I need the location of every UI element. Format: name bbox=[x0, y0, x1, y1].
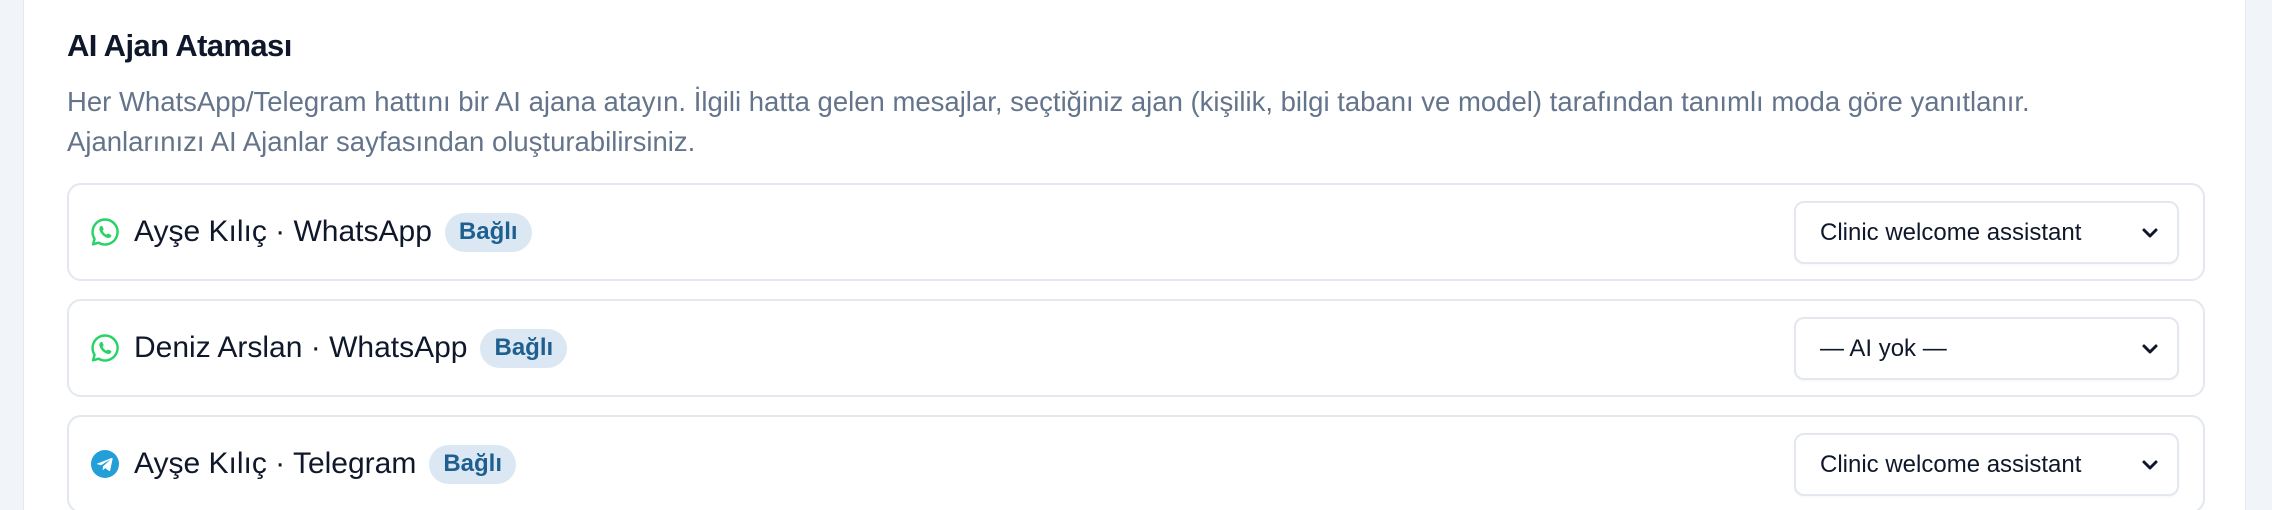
line-name: Ayşe Kılıç · WhatsApp bbox=[134, 215, 432, 248]
description-line-2: Ajanlarınızı AI Ajanlar sayfasından oluş… bbox=[67, 126, 696, 157]
chevron-down-icon bbox=[2142, 344, 2158, 353]
agent-select[interactable]: — AI yok — bbox=[1794, 317, 2179, 380]
section-title: AI Ajan Ataması bbox=[67, 28, 292, 63]
whatsapp-icon bbox=[90, 217, 120, 247]
agent-select-value: Clinic welcome assistant bbox=[1820, 450, 2082, 478]
status-badge: Bağlı bbox=[444, 212, 532, 252]
line-row: Deniz Arslan · WhatsApp Bağlı — AI yok — bbox=[67, 299, 2205, 397]
agent-select-value: Clinic welcome assistant bbox=[1820, 218, 2082, 246]
line-name: Ayşe Kılıç · Telegram bbox=[134, 447, 417, 480]
status-badge: Bağlı bbox=[480, 328, 568, 368]
section-description: Her WhatsApp/Telegram hattını bir AI aja… bbox=[67, 82, 2207, 162]
line-info: Deniz Arslan · WhatsApp Bağlı bbox=[90, 301, 568, 395]
chevron-down-icon bbox=[2142, 460, 2158, 469]
chevron-down-icon bbox=[2142, 228, 2158, 237]
agent-select[interactable]: Clinic welcome assistant bbox=[1794, 201, 2179, 264]
line-info: Ayşe Kılıç · WhatsApp Bağlı bbox=[90, 185, 532, 279]
line-row: Ayşe Kılıç · WhatsApp Bağlı Clinic welco… bbox=[67, 183, 2205, 281]
line-row: Ayşe Kılıç · Telegram Bağlı Clinic welco… bbox=[67, 415, 2205, 510]
whatsapp-icon bbox=[90, 333, 120, 363]
telegram-icon bbox=[90, 449, 120, 479]
status-badge: Bağlı bbox=[429, 444, 517, 484]
agent-select[interactable]: Clinic welcome assistant bbox=[1794, 433, 2179, 496]
description-line-1: Her WhatsApp/Telegram hattını bir AI aja… bbox=[67, 86, 2030, 117]
agent-select-value: — AI yok — bbox=[1820, 334, 1947, 362]
line-name: Deniz Arslan · WhatsApp bbox=[134, 331, 468, 364]
line-info: Ayşe Kılıç · Telegram Bağlı bbox=[90, 417, 517, 510]
